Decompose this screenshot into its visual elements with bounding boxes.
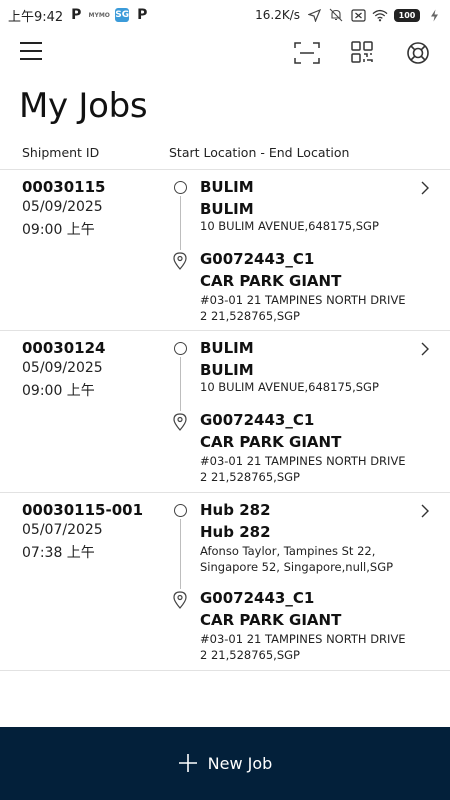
start-location-name: BULIM [200, 178, 254, 196]
start-location-title: Hub 282 [200, 523, 271, 541]
job-date: 05/09/2025 [22, 360, 103, 376]
end-location-name: CAR PARK GIANT [200, 272, 342, 290]
route-line [180, 357, 181, 411]
lifebuoy-help-icon [407, 42, 429, 64]
chevron-right-icon[interactable] [420, 504, 430, 518]
scan-button[interactable] [294, 42, 320, 64]
column-header-location: Start Location - End Location [169, 145, 350, 160]
parking-app-icon-2: P [137, 7, 148, 23]
route-line [180, 196, 181, 250]
start-point-icon [174, 504, 187, 517]
menu-icon-line [20, 42, 42, 44]
battery-indicator: 100 [394, 8, 420, 22]
location-pin-icon [173, 252, 187, 270]
sg-app-icon: SG [115, 8, 130, 22]
end-location-address: #03-01 21 TAMPINES NORTH DRIVE 2 21,5287… [200, 632, 406, 662]
start-location-name: BULIM [200, 339, 254, 357]
end-location-name: CAR PARK GIANT [200, 611, 342, 629]
parking-app-icon: P [71, 7, 82, 23]
shipment-id: 00030124 [22, 339, 106, 357]
column-header-shipment-id: Shipment ID [22, 145, 100, 160]
end-location-code: G0072443_C1 [200, 250, 315, 268]
start-location-title: BULIM [200, 361, 254, 379]
qr-code-button[interactable] [351, 41, 373, 63]
job-date: 05/09/2025 [22, 199, 103, 215]
plus-icon [178, 753, 197, 772]
job-time: 09:00 上午 [22, 222, 95, 238]
end-location-address: #03-01 21 TAMPINES NORTH DRIVE 2 21,5287… [200, 293, 406, 323]
job-time: 07:38 上午 [22, 545, 95, 561]
job-row[interactable]: 00030124 05/09/2025 09:00 上午 BULIM BULIM… [0, 331, 450, 493]
start-point-icon [174, 342, 187, 355]
table-header: Shipment ID Start Location - End Locatio… [0, 144, 450, 170]
end-location-address: #03-01 21 TAMPINES NORTH DRIVE 2 21,5287… [200, 454, 406, 484]
location-arrow-icon [306, 7, 322, 23]
end-location-code: G0072443_C1 [200, 411, 315, 429]
shipment-id: 00030115-001 [22, 501, 144, 519]
location-pin-icon [173, 591, 187, 609]
help-button[interactable] [406, 41, 430, 65]
start-point-icon [174, 181, 187, 194]
mute-bell-icon [328, 7, 344, 23]
app-bar [0, 36, 450, 72]
end-location-code: G0072443_C1 [200, 589, 315, 607]
chevron-right-icon[interactable] [420, 342, 430, 356]
job-date: 05/07/2025 [22, 522, 103, 538]
status-time: 上午9:42 [8, 9, 64, 25]
menu-icon-line [20, 50, 42, 52]
status-bar-left: 上午9:42 P MYMO SG P [8, 6, 149, 25]
start-location-name: Hub 282 [200, 501, 271, 519]
page-title: My Jobs [19, 86, 148, 126]
chevron-right-icon[interactable] [420, 181, 430, 195]
job-row[interactable]: 00030115-001 05/07/2025 07:38 上午 Hub 282… [0, 493, 450, 671]
start-location-address: 10 BULIM AVENUE,648175,SGP [200, 380, 379, 394]
mymo-app-icon: MYMO [88, 11, 110, 19]
menu-button[interactable] [20, 42, 42, 62]
route-line [180, 519, 181, 589]
qr-code-icon [351, 41, 373, 63]
sim-off-icon [350, 7, 366, 23]
shipment-id: 00030115 [22, 178, 106, 196]
location-pin-icon [173, 413, 187, 431]
job-time: 09:00 上午 [22, 383, 95, 399]
start-location-title: BULIM [200, 200, 254, 218]
charging-icon [426, 7, 442, 23]
end-location-name: CAR PARK GIANT [200, 433, 342, 451]
menu-icon-line [20, 58, 42, 60]
job-list: 00030115 05/09/2025 09:00 上午 BULIM BULIM… [0, 170, 450, 671]
new-job-button[interactable]: New Job [0, 727, 450, 800]
network-speed: 16.2K/s [255, 8, 300, 22]
scan-icon [294, 42, 320, 64]
job-row[interactable]: 00030115 05/09/2025 09:00 上午 BULIM BULIM… [0, 170, 450, 331]
status-bar-right: 16.2K/s 100 [255, 7, 442, 23]
wifi-icon [372, 7, 388, 23]
start-location-address: Afonso Taylor, Tampines St 22, Singapore… [200, 544, 394, 574]
start-location-address: 10 BULIM AVENUE,648175,SGP [200, 219, 379, 233]
status-bar: 上午9:42 P MYMO SG P 16.2K/s 100 [0, 0, 450, 30]
new-job-label: New Job [207, 754, 273, 773]
